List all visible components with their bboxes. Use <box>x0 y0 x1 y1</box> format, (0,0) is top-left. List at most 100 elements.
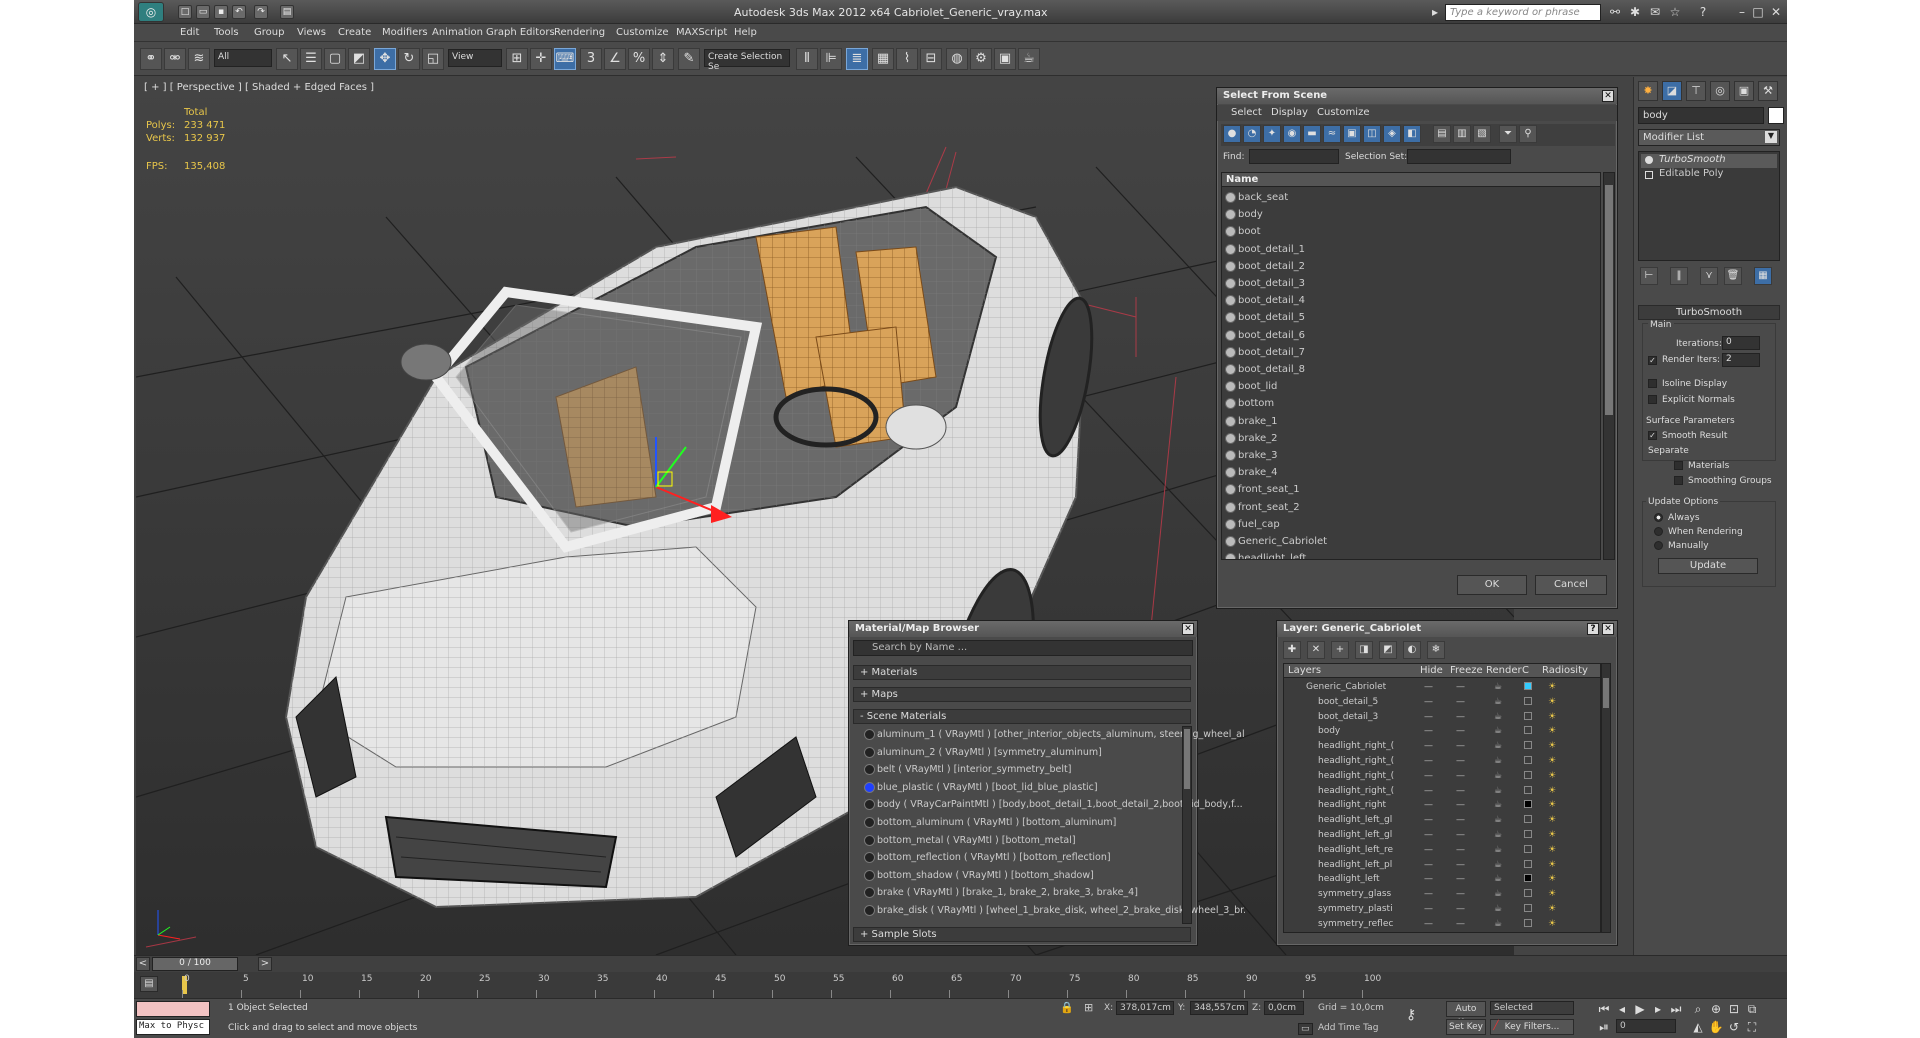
material-browser-title[interactable]: Material/Map Browser ✕ <box>849 621 1197 637</box>
scene-object-row[interactable]: brake_2 <box>1222 430 1600 447</box>
select-object-icon[interactable]: ↖ <box>276 48 298 70</box>
radiosity-toggle-icon[interactable]: ☀ <box>1548 800 1556 810</box>
radiosity-toggle-icon[interactable]: ☀ <box>1548 845 1556 855</box>
y-coord-input[interactable]: 348,557cm <box>1190 1001 1248 1015</box>
hierarchy-tab-icon[interactable]: ⊤ <box>1686 81 1706 101</box>
render-toggle-icon[interactable]: ☕ <box>1494 845 1502 855</box>
named-selection-dropdown[interactable]: Create Selection Se <box>704 49 790 72</box>
hide-toggle[interactable]: — <box>1424 726 1433 736</box>
hide-toggle[interactable]: — <box>1424 697 1433 707</box>
hide-toggle[interactable]: — <box>1424 904 1433 914</box>
layer-object-row[interactable]: boot_detail_5 <box>1284 695 1420 710</box>
scene-object-row[interactable]: front_seat_1 <box>1222 481 1600 498</box>
menu-customize-dlg[interactable]: Customize <box>1317 107 1370 118</box>
render-toggle-icon[interactable]: ☕ <box>1494 889 1502 899</box>
select-and-rotate-icon[interactable]: ↻ <box>398 48 420 70</box>
turbosmooth-rollout[interactable]: TurboSmooth <box>1638 305 1780 320</box>
x-coord-input[interactable]: 378,017cm <box>1116 1001 1174 1015</box>
update-button[interactable]: Update <box>1658 558 1758 574</box>
go-to-end-icon[interactable]: ⏭ <box>1668 1001 1684 1017</box>
scene-object-row[interactable]: boot_detail_6 <box>1222 327 1600 344</box>
menu-customize[interactable]: Customize <box>616 27 669 38</box>
update-always-radio[interactable] <box>1654 513 1663 522</box>
pin-stack-icon[interactable]: ⊢ <box>1640 267 1658 285</box>
hide-toggle[interactable]: — <box>1424 800 1433 810</box>
scene-object-row[interactable]: boot_detail_2 <box>1222 258 1600 275</box>
hide-toggle[interactable]: — <box>1424 845 1433 855</box>
stack-item-turbosmooth[interactable]: TurboSmooth <box>1641 154 1777 168</box>
scene-object-row[interactable]: boot_detail_5 <box>1222 309 1600 326</box>
cancel-button[interactable]: Cancel <box>1535 575 1607 595</box>
search-arrow-icon[interactable]: ▸ <box>1427 4 1443 20</box>
display-cameras-icon[interactable]: ◉ <box>1283 125 1301 143</box>
modifier-list-chevron-icon[interactable]: ▼ <box>1765 131 1777 143</box>
menu-modifiers[interactable]: Modifiers <box>382 27 428 38</box>
smooth-result-checkbox[interactable]: ✓ <box>1648 431 1657 440</box>
render-toggle-icon[interactable]: ☕ <box>1494 712 1502 722</box>
stack-item-editable-poly[interactable]: Editable Poly <box>1641 168 1777 182</box>
minimize-icon[interactable]: – <box>1734 4 1750 20</box>
display-helpers-icon[interactable]: ▬ <box>1303 125 1321 143</box>
display-tab-icon[interactable]: ▣ <box>1734 81 1754 101</box>
freeze-toggle[interactable]: — <box>1456 860 1465 870</box>
render-toggle-icon[interactable]: ☕ <box>1494 682 1502 692</box>
menu-tools[interactable]: Tools <box>214 27 239 38</box>
radiosity-toggle-icon[interactable]: ☀ <box>1548 756 1556 766</box>
motion-tab-icon[interactable]: ◎ <box>1710 81 1730 101</box>
scene-object-row[interactable]: bottom <box>1222 395 1600 412</box>
undo-icon[interactable]: ↶ <box>232 5 246 19</box>
radiosity-toggle-icon[interactable]: ☀ <box>1548 830 1556 840</box>
radiosity-column-header[interactable]: Radiosity <box>1542 665 1588 676</box>
snaps-toggle-icon[interactable]: 3 <box>580 48 602 70</box>
hide-toggle[interactable]: — <box>1424 860 1433 870</box>
filter-options-icon[interactable]: ⚲ <box>1519 125 1537 143</box>
set-key-button[interactable]: Set Key <box>1446 1019 1486 1035</box>
layer-close-icon[interactable]: ✕ <box>1602 623 1614 635</box>
sample-slots-rollout[interactable]: + Sample Slots <box>853 927 1191 942</box>
layer-object-row[interactable]: headlight_right_( <box>1284 784 1420 799</box>
radiosity-toggle-icon[interactable]: ☀ <box>1548 919 1556 929</box>
time-slider-thumb[interactable]: 0 / 100 <box>152 957 238 971</box>
auto-key-button[interactable]: Auto Key <box>1446 1001 1486 1028</box>
mini-curve-editor-icon[interactable]: ▤ <box>140 976 158 992</box>
scene-object-row[interactable]: headlight_left <box>1222 550 1600 559</box>
track-bar[interactable]: ▤ 0 5 10 15 20 25 30 35 40 45 50 55 60 65 70 75 80 85 90 95… <box>134 972 1787 998</box>
scene-object-row[interactable]: boot_detail_3 <box>1222 275 1600 292</box>
radiosity-toggle-icon[interactable]: ☀ <box>1548 771 1556 781</box>
freeze-toggle[interactable]: — <box>1456 919 1465 929</box>
display-shapes-icon[interactable]: ◔ <box>1243 125 1261 143</box>
freeze-toggle[interactable]: — <box>1456 726 1465 736</box>
layer-list-scrollbar[interactable] <box>1601 663 1611 933</box>
render-toggle-icon[interactable]: ☕ <box>1494 800 1502 810</box>
radiosity-toggle-icon[interactable]: ☀ <box>1548 874 1556 884</box>
scene-object-row[interactable]: brake_4 <box>1222 464 1600 481</box>
layer-row[interactable]: Generic_Cabriolet <box>1284 680 1420 695</box>
edit-named-selection-icon[interactable]: ✎ <box>678 48 700 70</box>
angle-snap-icon[interactable]: ∠ <box>604 48 626 70</box>
selection-set-dropdown[interactable] <box>1407 149 1511 164</box>
separate-smoothing-checkbox[interactable] <box>1674 476 1683 485</box>
freeze-toggle[interactable]: — <box>1456 756 1465 766</box>
remove-modifier-icon[interactable]: 🗑 <box>1724 267 1742 285</box>
freeze-toggle[interactable]: — <box>1456 682 1465 692</box>
menu-create[interactable]: Create <box>338 27 371 38</box>
maximize-icon[interactable]: □ <box>1750 4 1766 20</box>
object-color-swatch[interactable] <box>1768 107 1784 124</box>
radiosity-toggle-icon[interactable]: ☀ <box>1548 904 1556 914</box>
freeze-toggle[interactable]: — <box>1456 741 1465 751</box>
reference-coordinate-dropdown[interactable]: View <box>448 49 502 67</box>
redo-icon[interactable]: ↷ <box>254 5 268 19</box>
close-icon[interactable]: ✕ <box>1768 4 1784 20</box>
menu-edit[interactable]: Edit <box>180 27 199 38</box>
maxscript-mini-listener[interactable]: Max to Physc <box>136 1019 210 1035</box>
hide-toggle[interactable]: — <box>1424 889 1433 899</box>
modifier-stack[interactable]: TurboSmooth Editable Poly <box>1638 151 1780 261</box>
app-logo-icon[interactable]: ◎ <box>138 2 164 22</box>
display-groups-icon[interactable]: ▣ <box>1343 125 1361 143</box>
time-next-icon[interactable]: > <box>258 957 272 971</box>
menu-views[interactable]: Views <box>297 27 326 38</box>
percent-snap-icon[interactable]: % <box>628 48 650 70</box>
hide-toggle[interactable]: — <box>1424 815 1433 825</box>
spinner-snap-icon[interactable]: ⇕ <box>652 48 674 70</box>
open-file-icon[interactable]: ▭ <box>196 5 210 19</box>
